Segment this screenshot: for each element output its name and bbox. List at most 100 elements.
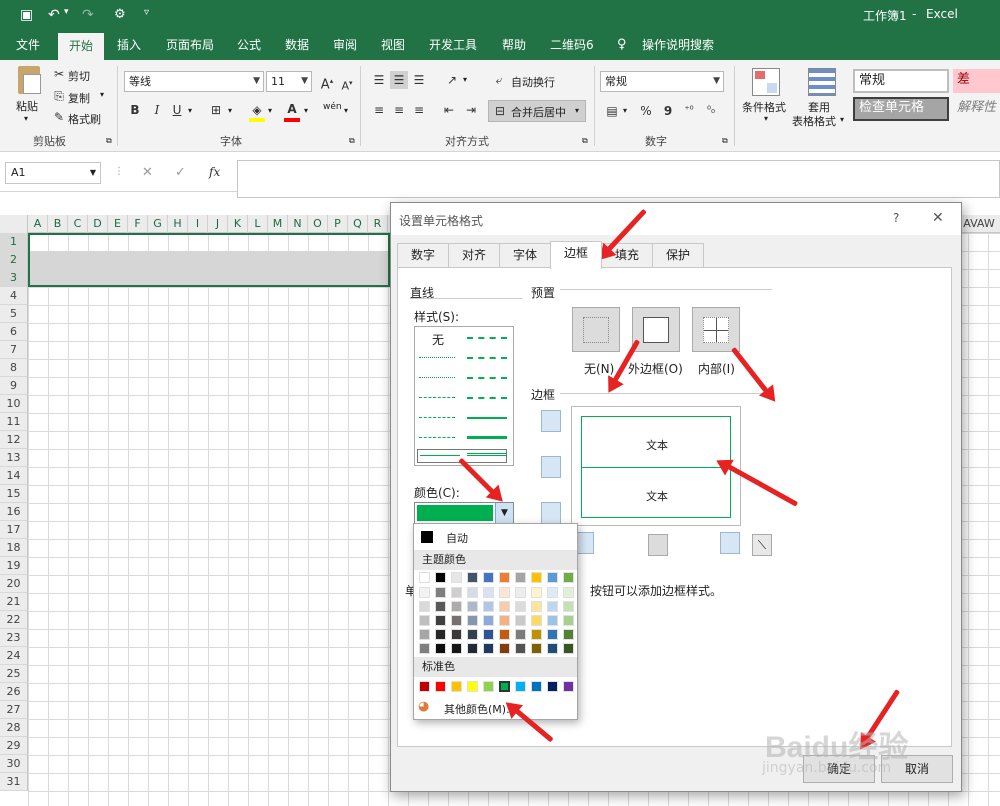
conditional-format-button[interactable]: 条件格式 xyxy=(742,99,786,115)
tab-protection[interactable]: 保护 xyxy=(652,243,704,268)
theme-shade-swatch[interactable] xyxy=(419,601,430,612)
clipboard-launcher-icon[interactable]: ⧉ xyxy=(106,136,112,146)
border-right-button[interactable] xyxy=(720,532,740,554)
row-header[interactable]: 5 xyxy=(0,305,28,323)
column-header[interactable]: E xyxy=(108,215,128,233)
line-style-option[interactable] xyxy=(467,453,507,456)
theme-color-swatch[interactable] xyxy=(483,572,494,583)
theme-shade-swatch[interactable] xyxy=(467,601,478,612)
row-header[interactable]: 4 xyxy=(0,287,28,305)
standard-color-swatch[interactable] xyxy=(563,681,574,692)
row-header[interactable]: 12 xyxy=(0,431,28,449)
insert-function-button[interactable]: fx xyxy=(209,165,220,179)
merge-center-button[interactable]: ⊟ 合并后居中 ▾ xyxy=(488,100,586,122)
table-format-dropdown-icon[interactable]: ▾ xyxy=(840,115,844,124)
format-painter-button[interactable]: 格式刷 xyxy=(68,111,101,127)
undo-dropdown-icon[interactable]: ▾ xyxy=(64,7,69,17)
selected-range[interactable] xyxy=(28,233,390,287)
column-header[interactable]: H xyxy=(168,215,188,233)
row-header[interactable]: 28 xyxy=(0,719,28,737)
theme-shade-swatch[interactable] xyxy=(451,587,462,598)
theme-shade-swatch[interactable] xyxy=(435,601,446,612)
theme-shade-swatch[interactable] xyxy=(499,615,510,626)
line-style-option[interactable] xyxy=(419,397,455,398)
save-icon[interactable]: ▣ xyxy=(20,7,33,23)
row-header[interactable]: 20 xyxy=(0,575,28,593)
row-header[interactable]: 21 xyxy=(0,593,28,611)
row-header[interactable]: 13 xyxy=(0,449,28,467)
border-diagonal-button[interactable]: ⟍ xyxy=(752,534,772,556)
theme-shade-swatch[interactable] xyxy=(467,643,478,654)
row-header[interactable]: 16 xyxy=(0,503,28,521)
theme-shade-swatch[interactable] xyxy=(483,629,494,640)
help-button[interactable]: ? xyxy=(893,211,899,225)
row-header[interactable]: 19 xyxy=(0,557,28,575)
line-style-option[interactable] xyxy=(467,357,507,359)
tab-formulas[interactable]: 公式 xyxy=(227,30,271,60)
theme-shade-swatch[interactable] xyxy=(419,629,430,640)
accounting-icon[interactable]: ▤ xyxy=(603,102,621,120)
row-header[interactable]: 2 xyxy=(0,251,28,269)
column-header[interactable]: R xyxy=(368,215,388,233)
column-header[interactable]: N xyxy=(288,215,308,233)
copy-dropdown-icon[interactable]: ▾ xyxy=(100,90,104,99)
row-header[interactable]: 6 xyxy=(0,323,28,341)
phonetic-icon[interactable]: wén xyxy=(323,102,342,112)
theme-shade-swatch[interactable] xyxy=(483,615,494,626)
theme-shade-swatch[interactable] xyxy=(547,643,558,654)
row-header[interactable]: 22 xyxy=(0,611,28,629)
paste-button[interactable]: 粘贴 xyxy=(16,98,38,114)
style-normal[interactable]: 常规 xyxy=(853,69,949,93)
theme-shade-swatch[interactable] xyxy=(563,615,574,626)
fill-color-icon[interactable]: ◈ xyxy=(248,101,266,119)
column-header[interactable]: G xyxy=(148,215,168,233)
theme-shade-swatch[interactable] xyxy=(515,629,526,640)
align-bottom-icon[interactable]: ☰ xyxy=(410,71,428,89)
close-icon[interactable]: ✕ xyxy=(932,210,944,226)
column-header[interactable]: F xyxy=(128,215,148,233)
borders-dropdown-icon[interactable]: ▾ xyxy=(228,106,232,115)
comma-button[interactable]: 9 xyxy=(659,102,677,120)
tab-view[interactable]: 视图 xyxy=(371,30,415,60)
theme-color-swatch[interactable] xyxy=(499,572,510,583)
standard-color-swatch[interactable] xyxy=(435,681,446,692)
font-color-dropdown-icon[interactable]: ▾ xyxy=(304,106,308,115)
row-header[interactable]: 30 xyxy=(0,755,28,773)
theme-shade-swatch[interactable] xyxy=(467,615,478,626)
tab-help[interactable]: 帮助 xyxy=(492,30,536,60)
auto-color-option[interactable]: 自动 xyxy=(414,526,577,548)
theme-shade-swatch[interactable] xyxy=(483,643,494,654)
font-color-icon[interactable]: A xyxy=(283,100,301,118)
increase-decimal-icon[interactable]: ⁺⁰ xyxy=(680,102,698,120)
redo-icon[interactable]: ↷ xyxy=(82,7,94,23)
column-header[interactable]: O xyxy=(308,215,328,233)
align-top-icon[interactable]: ☰ xyxy=(370,71,388,89)
orientation-dropdown-icon[interactable]: ▾ xyxy=(463,75,467,84)
line-style-option[interactable] xyxy=(419,357,455,358)
paste-icon[interactable] xyxy=(14,66,44,96)
standard-color-swatch[interactable] xyxy=(467,681,478,692)
tab-border[interactable]: 边框 xyxy=(550,241,602,269)
line-style-option[interactable] xyxy=(467,337,507,339)
column-header[interactable]: P xyxy=(328,215,348,233)
standard-color-swatch[interactable] xyxy=(515,681,526,692)
theme-color-swatch[interactable] xyxy=(435,572,446,583)
row-header[interactable]: 11 xyxy=(0,413,28,431)
theme-shade-swatch[interactable] xyxy=(499,629,510,640)
row-header[interactable]: 23 xyxy=(0,629,28,647)
accounting-dropdown-icon[interactable]: ▾ xyxy=(623,106,627,115)
row-header[interactable]: 25 xyxy=(0,665,28,683)
wrap-text-button[interactable]: 自动换行 xyxy=(511,74,555,90)
theme-shade-swatch[interactable] xyxy=(467,629,478,640)
decrease-decimal-icon[interactable]: ⁰₀ xyxy=(702,102,720,120)
tab-file[interactable]: 文件 xyxy=(6,30,50,60)
theme-shade-swatch[interactable] xyxy=(547,601,558,612)
line-style-option[interactable] xyxy=(419,417,455,418)
cancel-icon[interactable]: ✕ xyxy=(142,165,153,180)
row-header[interactable]: 1 xyxy=(0,233,28,251)
border-vertical-button[interactable] xyxy=(648,534,668,556)
row-header[interactable]: 18 xyxy=(0,539,28,557)
cond-dropdown-icon[interactable]: ▾ xyxy=(764,114,768,123)
copy-button[interactable]: 复制 xyxy=(68,90,90,106)
line-style-option[interactable] xyxy=(467,436,507,439)
